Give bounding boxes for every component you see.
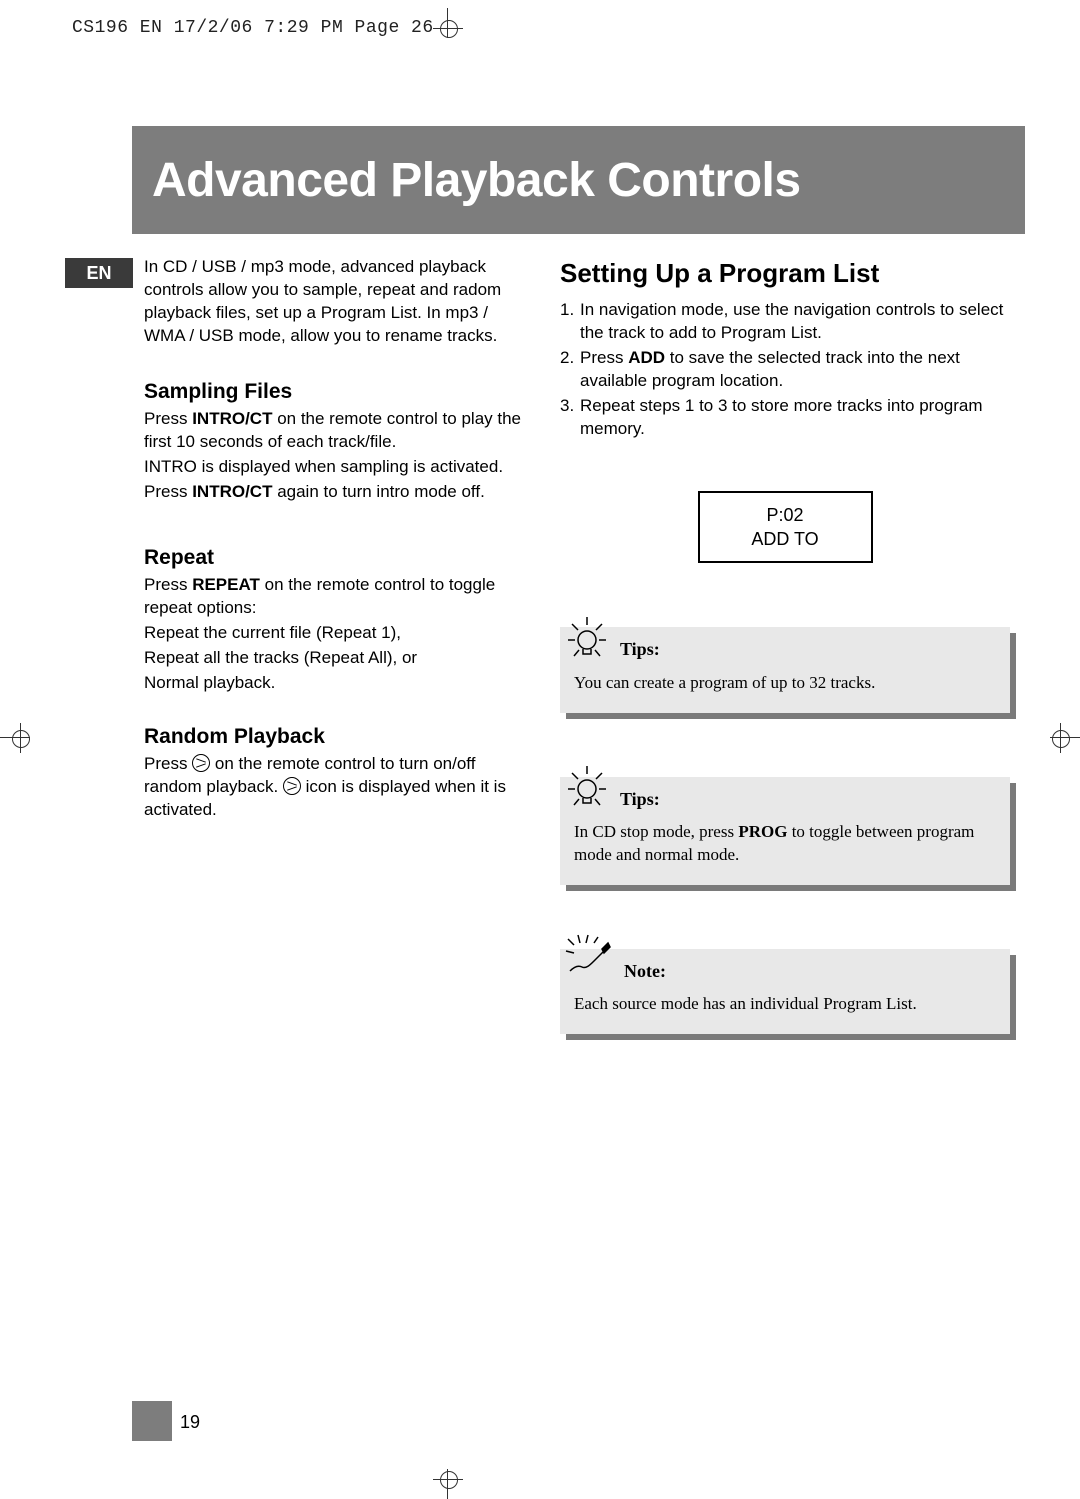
page-number: 19 <box>180 1412 200 1433</box>
crop-mark-icon <box>0 723 30 753</box>
list-item: 2.Press ADD to save the selected track i… <box>560 347 1010 393</box>
sampling-text: INTRO is displayed when sampling is acti… <box>144 456 524 479</box>
button-reference: ADD <box>628 348 665 367</box>
lcd-display-box: P:02 ADD TO <box>698 491 873 564</box>
print-header-meta: CS196 EN 17/2/06 7:29 PM Page 26 <box>72 18 434 38</box>
sampling-heading: Sampling Files <box>144 378 524 406</box>
repeat-text: Repeat the current file (Repeat 1), <box>144 622 524 645</box>
step-text: In navigation mode, use the navigation c… <box>580 299 1010 345</box>
step-text: Repeat steps 1 to 3 to store more tracks… <box>580 395 1010 441</box>
random-heading: Random Playback <box>144 723 524 751</box>
tip-body: In CD stop mode, press PROG to toggle be… <box>574 821 996 867</box>
page-title: Advanced Playback Controls <box>152 153 801 208</box>
text: Press <box>144 409 192 428</box>
text: Press <box>144 754 192 773</box>
title-bar: Advanced Playback Controls <box>132 126 1025 234</box>
tip-box: Tips: You can create a program of up to … <box>560 627 1010 712</box>
note-body: Each source mode has an individual Progr… <box>574 993 996 1016</box>
list-item: 1.In navigation mode, use the navigation… <box>560 299 1010 345</box>
tip-label: Tips: <box>620 787 660 811</box>
note-box: Note: Each source mode has an individual… <box>560 949 1010 1034</box>
random-text: Press on the remote control to turn on/o… <box>144 753 524 822</box>
random-icon <box>283 777 301 795</box>
button-reference: INTRO/CT <box>192 482 272 501</box>
tip-box: Tips: In CD stop mode, press PROG to tog… <box>560 777 1010 885</box>
button-reference: PROG <box>738 822 787 841</box>
hand-writing-icon <box>564 931 616 983</box>
language-badge: EN <box>65 258 133 288</box>
text: Press <box>144 575 192 594</box>
sampling-text: Press INTRO/CT again to turn intro mode … <box>144 481 524 504</box>
repeat-text: Press REPEAT on the remote control to to… <box>144 574 524 620</box>
tip-label: Tips: <box>620 637 660 661</box>
lcd-line: P:02 <box>700 503 871 527</box>
repeat-text: Normal playback. <box>144 672 524 695</box>
right-column: Setting Up a Program List 1.In navigatio… <box>560 256 1010 1034</box>
text: In CD stop mode, press <box>574 822 738 841</box>
step-text: Press ADD to save the selected track int… <box>580 347 1010 393</box>
left-column: In CD / USB / mp3 mode, advanced playbac… <box>144 256 524 824</box>
text: again to turn intro mode off. <box>272 482 484 501</box>
button-reference: INTRO/CT <box>192 409 272 428</box>
crop-mark-icon <box>433 1469 463 1499</box>
random-icon <box>192 754 210 772</box>
crop-mark-icon <box>1050 723 1080 753</box>
lightbulb-icon <box>562 761 612 811</box>
note-label: Note: <box>624 959 666 983</box>
page-number-box <box>132 1401 172 1441</box>
tip-body: You can create a program of up to 32 tra… <box>574 672 996 695</box>
crop-mark-icon <box>433 8 463 38</box>
sampling-text: Press INTRO/CT on the remote control to … <box>144 408 524 454</box>
text: Press <box>144 482 192 501</box>
intro-paragraph: In CD / USB / mp3 mode, advanced playbac… <box>144 256 524 348</box>
program-heading: Setting Up a Program List <box>560 256 1010 291</box>
button-reference: REPEAT <box>192 575 260 594</box>
repeat-text: Repeat all the tracks (Repeat All), or <box>144 647 524 670</box>
lightbulb-icon <box>562 612 612 662</box>
text: Press <box>580 348 628 367</box>
lcd-line: ADD TO <box>700 527 871 551</box>
list-item: 3.Repeat steps 1 to 3 to store more trac… <box>560 395 1010 441</box>
repeat-heading: Repeat <box>144 544 524 572</box>
